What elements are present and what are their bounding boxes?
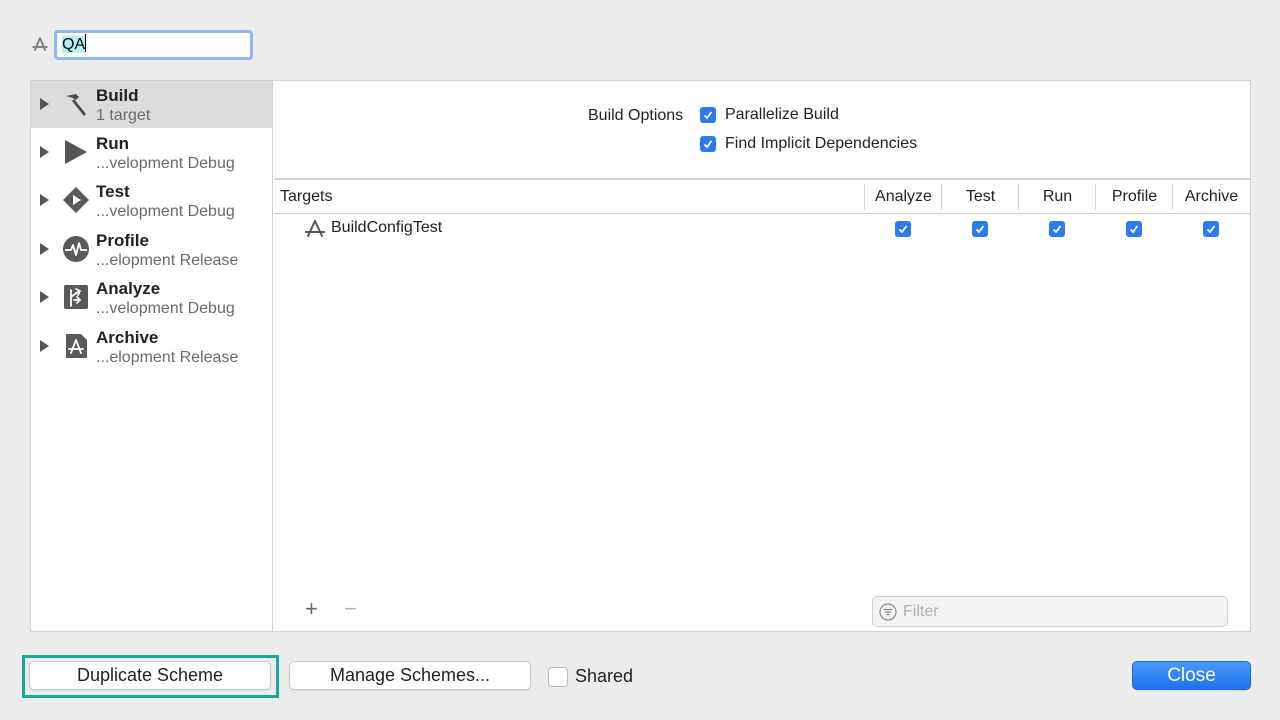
close-button[interactable]: Close [1132,661,1251,690]
disclosure-triangle-icon[interactable] [40,194,49,206]
column-header-targets[interactable]: Targets [280,180,332,214]
duplicate-scheme-button[interactable]: Duplicate Scheme [29,661,271,690]
add-target-button[interactable]: + [305,598,318,620]
scheme-actions-sidebar: Build 1 target Run ...velopment Debug Te… [31,81,273,631]
sidebar-item-subtitle: ...velopment Debug [96,300,235,317]
filter-icon [879,603,897,621]
filter-field[interactable] [872,596,1228,627]
sidebar-item-archive[interactable]: Archive ...elopment Release [31,323,272,370]
checkbox-checked[interactable] [700,107,716,123]
scheme-editor-panel: Build 1 target Run ...velopment Debug Te… [30,80,1251,632]
manage-schemes-button[interactable]: Manage Schemes... [289,661,531,690]
play-icon [65,140,87,164]
app-target-icon [32,37,48,51]
analyze-checkbox[interactable] [895,221,911,237]
find-implicit-dependencies-checkbox[interactable]: Find Implicit Dependencies [700,135,917,153]
disclosure-triangle-icon[interactable] [40,146,49,158]
scheme-name-field[interactable]: QA [54,30,253,60]
column-header-profile[interactable]: Profile [1096,180,1173,214]
text-caret [85,34,87,52]
column-header-archive[interactable]: Archive [1173,180,1250,214]
option-label: Find Implicit Dependencies [725,135,918,152]
parallelize-build-checkbox[interactable]: Parallelize Build [700,106,839,124]
column-header-run[interactable]: Run [1019,180,1096,214]
sidebar-item-label: Build [96,86,139,105]
table-row[interactable]: BuildConfigTest [274,215,1250,243]
sidebar-item-subtitle: ...elopment Release [96,252,239,269]
sidebar-item-test[interactable]: Test ...velopment Debug [31,177,272,224]
column-header-analyze[interactable]: Analyze [865,180,942,214]
build-action-content: Build Options Parallelize Build Find Imp… [274,81,1250,631]
sidebar-item-label: Profile [96,231,149,250]
build-options-label: Build Options [588,107,684,124]
sidebar-item-subtitle: ...elopment Release [96,349,239,366]
filter-input[interactable] [903,601,1213,623]
sidebar-item-subtitle: ...velopment Debug [96,203,235,220]
sidebar-item-profile[interactable]: Profile ...elopment Release [31,226,272,273]
run-checkbox[interactable] [1049,221,1065,237]
checkbox-checked[interactable] [700,136,716,152]
shared-label: Shared [575,666,634,686]
target-name: BuildConfigTest [331,219,443,236]
scheme-name-text: QA [62,36,86,53]
targets-table-header: Targets Analyze Test Run Profile Archive [274,180,1250,214]
disclosure-triangle-icon[interactable] [40,340,49,352]
checkbox-unchecked[interactable] [548,666,568,687]
app-target-icon [305,220,325,237]
option-label: Parallelize Build [725,106,839,123]
sidebar-item-subtitle: 1 target [96,107,151,124]
hammer-icon [66,94,86,116]
profile-checkbox[interactable] [1126,221,1142,237]
sidebar-item-run[interactable]: Run ...velopment Debug [31,129,272,176]
sidebar-item-label: Run [96,134,130,153]
analyze-icon [64,285,88,309]
remove-target-button[interactable]: − [344,598,357,620]
sidebar-item-subtitle: ...velopment Debug [96,155,235,172]
archive-icon [66,334,87,358]
sidebar-item-label: Analyze [96,279,161,298]
archive-checkbox[interactable] [1203,221,1219,237]
disclosure-triangle-icon[interactable] [40,243,49,255]
test-diamond-icon [63,187,89,213]
disclosure-triangle-icon[interactable] [40,291,49,303]
shared-checkbox[interactable]: Shared [548,666,633,687]
column-header-test[interactable]: Test [942,180,1019,214]
sidebar-item-analyze[interactable]: Analyze ...velopment Debug [31,274,272,321]
waveform-icon [63,236,89,262]
test-checkbox[interactable] [972,221,988,237]
sidebar-item-label: Archive [96,328,159,347]
sidebar-item-label: Test [96,182,130,201]
disclosure-triangle-icon[interactable] [40,98,49,110]
sidebar-item-build[interactable]: Build 1 target [31,81,272,128]
